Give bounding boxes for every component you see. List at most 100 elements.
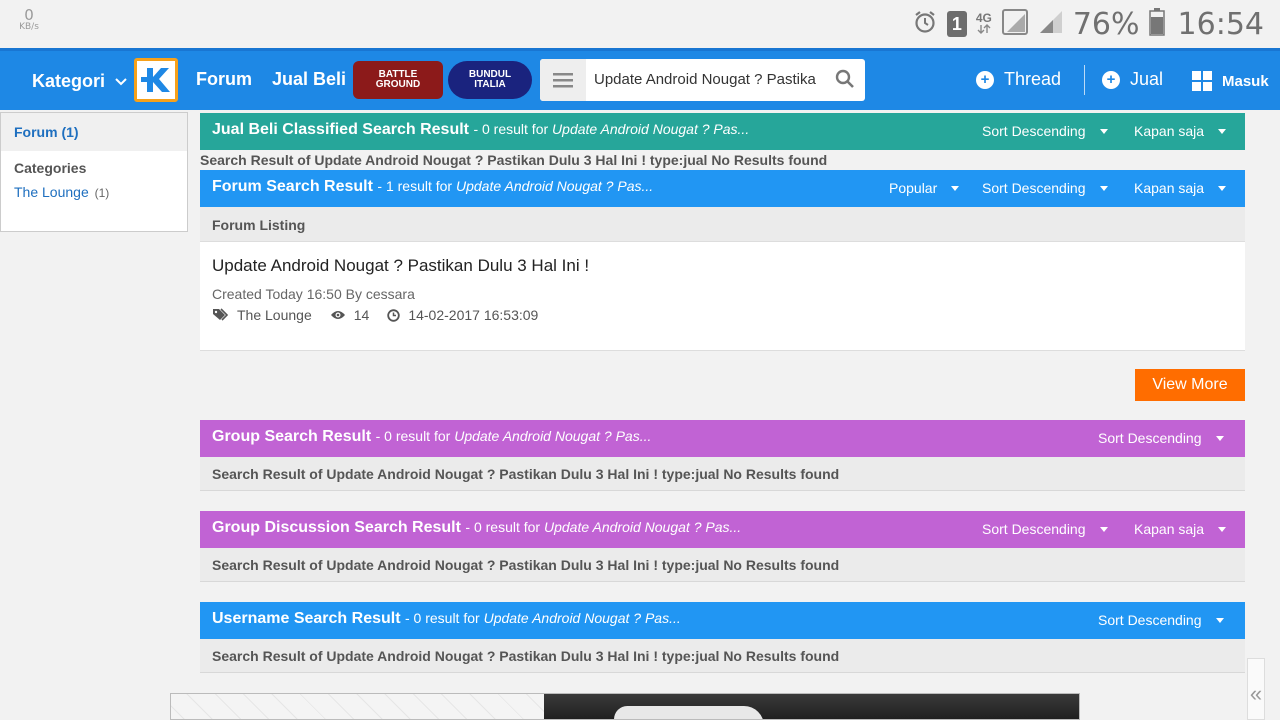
thread-list-item: Update Android Nougat ? Pastikan Dulu 3 …: [200, 242, 1245, 351]
group-discussion-sort-dropdown[interactable]: Sort Descending: [982, 521, 1108, 537]
kaskus-k-icon: [141, 68, 170, 92]
tags-icon: [213, 308, 229, 321]
categories-heading: Categories: [14, 160, 87, 176]
jual-beli-no-result: Search Result of Update Android Nougat ?…: [200, 152, 828, 168]
status-bar: 0 KB/s 1 4G 76% 16:54: [0, 0, 1280, 48]
forum-listing-heading: Forum Listing: [200, 207, 1245, 242]
create-thread-button[interactable]: + Thread: [976, 69, 1061, 90]
thread-title-link[interactable]: Update Android Nougat ? Pastikan Dulu 3 …: [212, 256, 589, 276]
top-header: Kategori Forum Jual Beli BATTLE GROUND BU…: [0, 48, 1280, 110]
group-discussion-result-count: - 0 result for Update Android Nougat ? P…: [465, 519, 742, 535]
group-discussion-result-title: Group Discussion Search Result: [212, 519, 461, 536]
group-result-header: Group Search Result - 0 result for Updat…: [200, 420, 1245, 457]
thread-category-label: The Lounge: [237, 307, 312, 323]
chevron-down-icon: [115, 77, 127, 85]
caret-down-icon: [1215, 435, 1224, 441]
search-icon[interactable]: [835, 69, 855, 94]
forum-sort-dropdown[interactable]: Sort Descending: [982, 180, 1108, 196]
jual-beli-result-title: Jual Beli Classified Search Result: [212, 121, 469, 138]
header-divider: [1084, 65, 1085, 95]
kategori-label: Kategori: [32, 71, 106, 91]
caret-down-icon: [1218, 526, 1227, 532]
battery-icon: [1148, 7, 1165, 41]
category-count: (1): [94, 186, 110, 200]
ad-pattern: [171, 694, 544, 719]
network-speed-value: 0: [24, 6, 34, 24]
create-thread-label: Thread: [1004, 69, 1062, 89]
thread-created-info: Created Today 16:50 By cessara: [212, 286, 415, 302]
caret-down-icon: [1218, 128, 1227, 134]
caret-down-icon: [1099, 526, 1108, 532]
category-the-lounge[interactable]: The Lounge (1): [1, 176, 187, 200]
plus-circle-icon: +: [976, 70, 994, 89]
network-speed: 0 KB/s: [14, 8, 44, 32]
masuk-label: Masuk: [1222, 72, 1269, 90]
group-result-count: - 0 result for Update Android Nougat ? P…: [375, 428, 652, 444]
forum-result-count: - 1 result for Update Android Nougat ? P…: [377, 178, 654, 194]
search-box: Update Android Nougat ? Pastika: [540, 59, 865, 101]
network-type: 4G: [976, 12, 992, 36]
username-sort-dropdown[interactable]: Sort Descending: [1098, 612, 1224, 628]
group-sort-dropdown[interactable]: Sort Descending: [1098, 430, 1224, 446]
caret-down-icon: [1099, 185, 1108, 191]
signal-sim1-icon: [1001, 8, 1029, 41]
thread-last-time: 14-02-2017 16:53:09: [387, 307, 538, 323]
forum-time-dropdown[interactable]: Kapan saja: [1134, 180, 1227, 196]
alarm-icon: [912, 9, 938, 40]
caret-down-icon: [951, 185, 960, 191]
group-discussion-result-header: Group Discussion Search Result - 0 resul…: [200, 511, 1245, 548]
forum-result-title: Forum Search Result: [212, 178, 373, 195]
forum-popular-dropdown[interactable]: Popular: [889, 180, 960, 196]
signal-sim2-icon: [1038, 9, 1064, 40]
group-discussion-no-result: Search Result of Update Android Nougat ?…: [200, 548, 1245, 582]
kaskus-logo[interactable]: [134, 58, 178, 102]
bundul-italia-logo[interactable]: BUNDUL ITALIA: [448, 61, 532, 99]
group-discussion-time-dropdown[interactable]: Kapan saja: [1134, 521, 1227, 537]
group-no-result: Search Result of Update Android Nougat ?…: [200, 457, 1245, 491]
thread-last-time-label: 14-02-2017 16:53:09: [408, 307, 539, 323]
clock: 16:54: [1177, 6, 1264, 42]
forum-filter[interactable]: Forum (1): [1, 113, 187, 151]
search-menu-button[interactable]: [540, 59, 586, 101]
thread-view-count: 14: [353, 307, 370, 323]
search-input[interactable]: Update Android Nougat ? Pastika: [594, 71, 824, 88]
battery-percentage: 76%: [1072, 6, 1140, 42]
battleground-logo[interactable]: BATTLE GROUND: [353, 61, 443, 99]
sim-badge: 1: [946, 11, 967, 37]
jual-beli-time-dropdown[interactable]: Kapan saja: [1134, 123, 1227, 139]
caret-down-icon: [1099, 128, 1108, 134]
network-speed-unit: KB/s: [19, 22, 39, 32]
ad-car-image: [544, 694, 1079, 719]
jual-beli-result-count: - 0 result for Update Android Nougat ? P…: [473, 121, 750, 137]
view-more-button[interactable]: View More: [1135, 369, 1245, 401]
create-jual-label: Jual: [1130, 69, 1164, 89]
nav-forum-link[interactable]: Forum: [196, 69, 252, 90]
username-no-result: Search Result of Update Android Nougat ?…: [200, 639, 1245, 673]
masuk-button[interactable]: Masuk: [1192, 71, 1269, 91]
clock-icon: [387, 308, 401, 322]
username-result-title: Username Search Result: [212, 610, 401, 627]
status-icons: 1 4G 76% 16:54: [912, 6, 1264, 42]
jual-beli-sort-dropdown[interactable]: Sort Descending: [982, 123, 1108, 139]
group-result-title: Group Search Result: [212, 428, 372, 445]
username-result-count: - 0 result for Update Android Nougat ? P…: [404, 610, 681, 626]
thread-meta-row: The Lounge 14 14-02-2017 16:53:09: [212, 307, 556, 323]
thread-category[interactable]: The Lounge: [212, 307, 312, 323]
username-result-header: Username Search Result - 0 result for Up…: [200, 602, 1245, 639]
kategori-dropdown[interactable]: Kategori: [32, 71, 127, 92]
category-name: The Lounge: [14, 184, 89, 200]
ad-banner[interactable]: [170, 693, 1080, 720]
caret-down-icon: [1215, 617, 1224, 623]
eye-icon: [330, 311, 345, 319]
collapse-panel-button[interactable]: «: [1247, 658, 1265, 720]
jual-beli-result-header: Jual Beli Classified Search Result - 0 r…: [200, 113, 1245, 150]
hamburger-menu-icon: [553, 73, 573, 88]
plus-circle-icon: +: [1102, 70, 1120, 89]
caret-down-icon: [1218, 185, 1227, 191]
forum-result-header: Forum Search Result - 1 result for Updat…: [200, 170, 1245, 207]
grid-icon: [1192, 71, 1212, 91]
filter-sidebar: Forum (1) Categories The Lounge (1): [0, 112, 188, 232]
nav-jual-beli-link[interactable]: Jual Beli: [272, 69, 346, 90]
create-jual-button[interactable]: + Jual: [1102, 69, 1163, 90]
thread-views: 14: [330, 307, 370, 323]
